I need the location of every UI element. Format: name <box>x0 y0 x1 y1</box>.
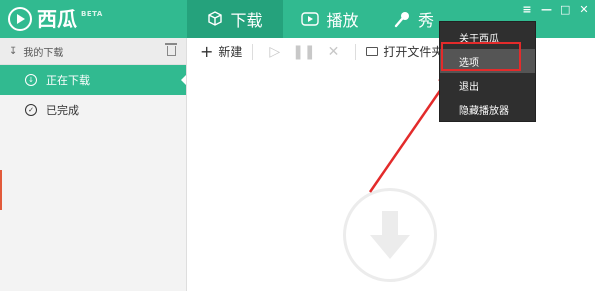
menu-item-exit[interactable]: 退出 <box>440 73 535 97</box>
main-menu: 关于西瓜 选项 退出 隐藏播放器 <box>439 21 536 122</box>
menu-item-hide-player[interactable]: 隐藏播放器 <box>440 97 535 121</box>
menu-item-label: 退出 <box>459 81 479 93</box>
menu-item-label: 隐藏播放器 <box>459 105 509 117</box>
annotation-highlight <box>441 42 521 71</box>
